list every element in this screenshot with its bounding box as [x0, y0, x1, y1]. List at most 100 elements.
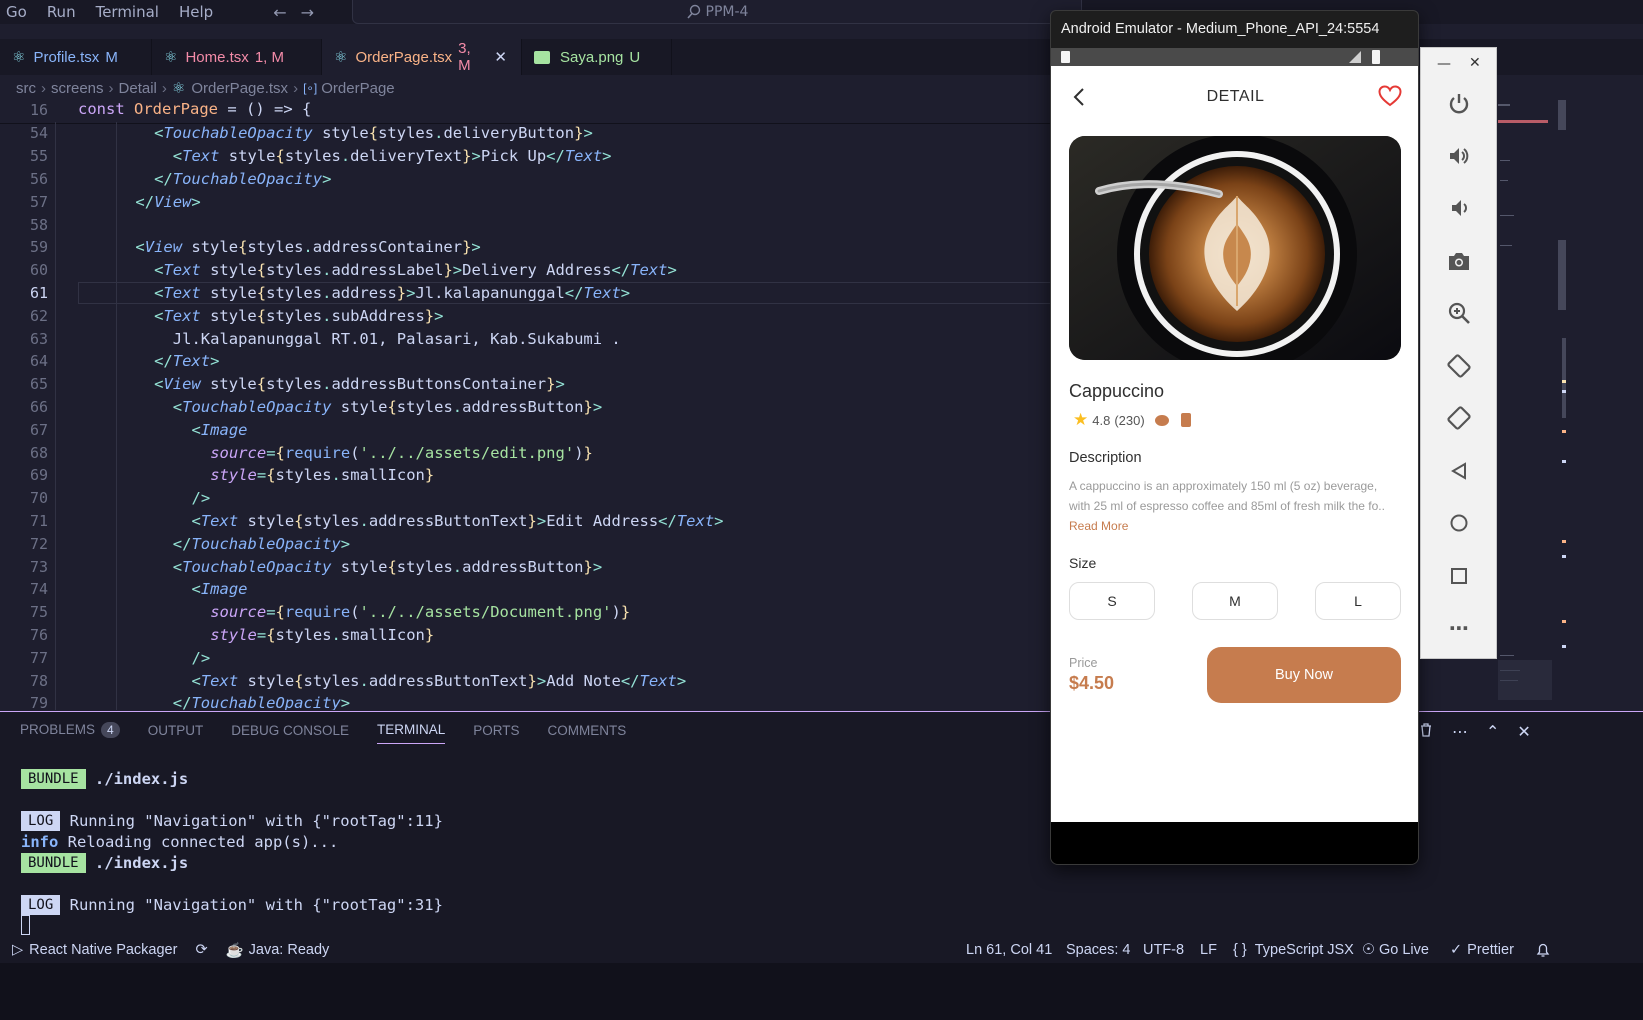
code-line[interactable]: 55 <Text style{styles.deliveryText}>Pick …	[0, 145, 1100, 168]
forward-arrow-icon[interactable]: →	[301, 3, 314, 22]
code-line[interactable]: 60 <Text style{styles.addressLabel}>Deliv…	[0, 259, 1100, 282]
code-line[interactable]: 62 <Text style{styles.subAddress}>	[0, 304, 1100, 327]
more-actions-icon[interactable]: ⋯	[1452, 722, 1468, 742]
code-line[interactable]: 77 />	[0, 646, 1100, 669]
tab-home[interactable]: ⚛ Home.tsx 1, M	[152, 39, 322, 75]
size-button-m[interactable]: M	[1192, 582, 1278, 620]
code-line[interactable]: 72 </TouchableOpacity>	[0, 532, 1100, 555]
close-panel-icon[interactable]: ✕	[1517, 722, 1530, 742]
packager-status[interactable]: ▷ React Native Packager	[12, 942, 177, 958]
more-icon[interactable]: ⋯	[1445, 614, 1473, 642]
code-line[interactable]: 54 <TouchableOpacity style{styles.deliver…	[0, 122, 1100, 145]
tab-output[interactable]: OUTPUT	[148, 723, 204, 744]
maximize-panel-icon[interactable]: ⌃	[1486, 722, 1499, 742]
code-text: </Text>	[154, 352, 220, 371]
rotate-right-icon[interactable]	[1445, 404, 1473, 432]
description-label: Description	[1069, 450, 1142, 466]
search-icon	[686, 4, 700, 19]
size-button-l[interactable]: L	[1315, 582, 1401, 620]
tab-ports[interactable]: PORTS	[473, 723, 519, 744]
code-line[interactable]: 61 <Text style{styles.address}>Jl.kalapan…	[0, 281, 1100, 305]
breadcrumb-item[interactable]: OrderPage	[321, 80, 394, 97]
go-live-label: Go Live	[1379, 942, 1429, 958]
minimize-icon[interactable]: —	[1437, 56, 1451, 72]
line-number: 79	[29, 694, 48, 710]
code-line[interactable]: 57 </View>	[0, 190, 1100, 213]
language-mode[interactable]: { } TypeScript JSX	[1233, 942, 1354, 958]
sync-icon[interactable]: ⟳	[195, 942, 207, 958]
code-line[interactable]: 63 Jl.Kalapanunggal RT.01, Palasari, Kab.…	[0, 327, 1100, 350]
code-line[interactable]: 73 <TouchableOpacity style{styles.address…	[0, 555, 1100, 578]
code-line[interactable]: 59 <View style{styles.addressContainer}>	[0, 236, 1100, 259]
breadcrumb-item[interactable]: Detail	[119, 80, 157, 97]
tab-label: PROBLEMS	[20, 722, 96, 737]
command-center-search[interactable]: PPM-4	[352, 0, 1082, 24]
breadcrumb-item[interactable]: OrderPage.tsx	[191, 80, 288, 97]
size-button-s[interactable]: S	[1069, 582, 1155, 620]
close-icon[interactable]: ✕	[1469, 55, 1481, 71]
close-icon[interactable]: ✕	[494, 48, 507, 66]
code-line[interactable]: 68 source={require('../../assets/edit.png…	[0, 441, 1100, 464]
go-live-button[interactable]: ☉ Go Live	[1362, 942, 1429, 958]
code-line[interactable]: 66 <TouchableOpacity style{styles.address…	[0, 396, 1100, 419]
image-file-icon	[534, 50, 550, 64]
back-arrow-icon[interactable]: ←	[273, 3, 286, 22]
code-line[interactable]: 71 <Text style{styles.addressButtonText}>…	[0, 510, 1100, 533]
tab-saya-png[interactable]: Saya.png U	[522, 39, 672, 75]
code-line[interactable]: 79 </TouchableOpacity>	[0, 692, 1100, 710]
tab-terminal[interactable]: TERMINAL	[377, 722, 446, 744]
code-line[interactable]: 70 />	[0, 487, 1100, 510]
tab-comments[interactable]: COMMENTS	[548, 723, 627, 744]
volume-up-icon[interactable]	[1445, 142, 1473, 170]
line-ending[interactable]: LF	[1200, 942, 1217, 958]
tab-profile[interactable]: ⚛ Profile.tsx M	[0, 39, 152, 75]
read-more-link[interactable]: Read More	[1069, 519, 1128, 533]
code-line[interactable]: 64 </Text>	[0, 350, 1100, 373]
code-line[interactable]: 65 <View style{styles.addressButtonsConta…	[0, 373, 1100, 396]
prettier-status[interactable]: ✓ Prettier	[1450, 942, 1514, 958]
code-editor[interactable]: 54 <TouchableOpacity style{styles.deliver…	[0, 122, 1100, 710]
heart-icon[interactable]	[1378, 85, 1402, 112]
code-line[interactable]: 56 </TouchableOpacity>	[0, 168, 1100, 191]
cursor-position[interactable]: Ln 61, Col 41	[966, 942, 1052, 958]
react-icon: ⚛	[12, 49, 26, 66]
play-icon: ▷	[12, 942, 24, 958]
line-number: 60	[29, 261, 48, 280]
code-line[interactable]: 75 source={require('../../assets/Document…	[0, 601, 1100, 624]
rating-value: 4.8	[1092, 412, 1111, 428]
tab-orderpage[interactable]: ⚛ OrderPage.tsx 3, M ✕	[322, 39, 522, 75]
rotate-left-icon[interactable]	[1445, 352, 1473, 380]
zoom-icon[interactable]	[1445, 299, 1473, 327]
code-line[interactable]: 58	[0, 213, 1100, 236]
editor-scrollbar[interactable]	[1552, 100, 1566, 700]
back-triangle-icon[interactable]	[1445, 457, 1473, 485]
overview-square-icon[interactable]	[1445, 562, 1473, 590]
code-line[interactable]: 76 style={styles.smallIcon}	[0, 624, 1100, 647]
tab-debug-console[interactable]: DEBUG CONSOLE	[231, 723, 349, 744]
java-status[interactable]: ☕ Java: Ready	[226, 942, 330, 959]
line-number: 54	[29, 124, 48, 143]
bell-icon[interactable]	[1536, 942, 1550, 958]
menu-terminal[interactable]: Terminal	[86, 3, 169, 21]
menu-go[interactable]: Go	[0, 3, 37, 21]
buy-now-button[interactable]: Buy Now	[1207, 647, 1401, 703]
encoding[interactable]: UTF-8	[1143, 942, 1184, 958]
code-line[interactable]: 78 <Text style{styles.addressButtonText}>…	[0, 669, 1100, 692]
code-line[interactable]: 67 <Image	[0, 418, 1100, 441]
code-line[interactable]: 74 <Image	[0, 578, 1100, 601]
minimap[interactable]	[1498, 100, 1558, 700]
camera-icon[interactable]	[1445, 247, 1473, 275]
tab-problems[interactable]: PROBLEMS 4	[20, 722, 120, 744]
volume-down-icon[interactable]	[1445, 194, 1473, 222]
indentation[interactable]: Spaces: 4	[1066, 942, 1131, 958]
breadcrumb-item[interactable]: src	[16, 80, 36, 97]
power-icon[interactable]	[1445, 90, 1473, 118]
menu-run[interactable]: Run	[37, 3, 86, 21]
sticky-scroll-line[interactable]: 16 const OrderPage = () => {	[0, 98, 1100, 124]
menu-help[interactable]: Help	[169, 3, 223, 21]
breadcrumb-item[interactable]: screens	[51, 80, 104, 97]
home-circle-icon[interactable]	[1445, 509, 1473, 537]
trash-icon[interactable]	[1418, 722, 1434, 742]
code-line[interactable]: 69 style={styles.smallIcon}	[0, 464, 1100, 487]
react-icon: ⚛	[171, 80, 186, 97]
